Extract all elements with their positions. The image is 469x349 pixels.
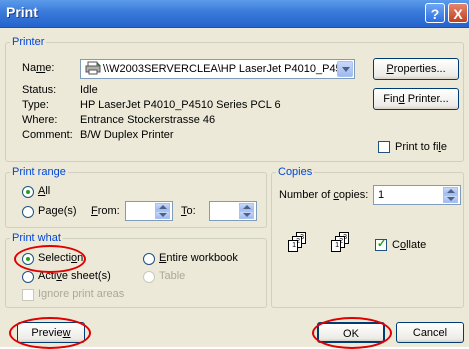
- properties-button[interactable]: Properties...: [373, 58, 459, 80]
- cancel-button[interactable]: Cancel: [396, 322, 464, 343]
- printer-name-value: \\W2003SERVERCLEA\HP LaserJet P4010_P451: [103, 63, 348, 75]
- table-radio: [143, 271, 155, 283]
- preview-button[interactable]: Preview: [17, 322, 85, 343]
- printer-name-label: Name:: [22, 62, 55, 74]
- print-to-file-checkbox[interactable]: [378, 141, 390, 153]
- comment-value: B/W Duplex Printer: [80, 129, 174, 141]
- status-label: Status:: [22, 84, 57, 96]
- comment-label: Comment:: [22, 129, 73, 141]
- active-sheets-radio[interactable]: [22, 271, 34, 283]
- print-range-legend: Print range: [12, 166, 66, 178]
- where-label: Where:: [22, 114, 58, 126]
- type-label: Type:: [22, 99, 49, 111]
- copies-legend: Copies: [278, 166, 313, 178]
- selection-label[interactable]: Selection: [38, 252, 83, 264]
- type-value: HP LaserJet P4010_P4510 Series PCL 6: [80, 99, 281, 111]
- copies-spinner[interactable]: [443, 186, 459, 204]
- collate-checkbox[interactable]: [375, 237, 387, 251]
- collate-pages-icon: 3 2 1: [323, 232, 357, 268]
- selection-radio[interactable]: [22, 253, 34, 265]
- all-radio[interactable]: [22, 186, 34, 198]
- to-pages-input[interactable]: [209, 201, 257, 221]
- to-spinner[interactable]: [239, 202, 255, 220]
- print-dialog: Print ? X Printer Name: \\W2003SERVERCLE…: [0, 0, 469, 349]
- spin-up-icon[interactable]: [155, 203, 170, 211]
- spin-up-icon[interactable]: [239, 203, 254, 211]
- table-label: Table: [159, 270, 186, 282]
- spin-up-icon[interactable]: [443, 187, 458, 195]
- entire-workbook-radio[interactable]: [143, 253, 155, 265]
- all-label[interactable]: All: [38, 185, 50, 197]
- where-value: Entrance Stockerstrasse 46: [80, 114, 216, 126]
- close-button[interactable]: X: [448, 3, 468, 23]
- spin-down-icon[interactable]: [239, 211, 254, 219]
- from-label: From:: [91, 205, 120, 217]
- from-spinner[interactable]: [155, 202, 171, 220]
- to-label: To:: [181, 205, 196, 217]
- find-printer-button[interactable]: Find Printer...: [373, 88, 459, 110]
- pages-label[interactable]: Page(s): [38, 205, 77, 217]
- chevron-down-icon[interactable]: [337, 61, 353, 77]
- ok-button[interactable]: OK: [317, 322, 385, 343]
- number-of-copies-input[interactable]: 1: [373, 185, 461, 205]
- print-what-legend: Print what: [12, 232, 61, 244]
- title-bar[interactable]: Print ? X: [0, 0, 469, 28]
- status-value: Idle: [80, 84, 98, 96]
- number-of-copies-label: Number of copies:: [279, 189, 369, 201]
- collate-pages-icon: 3 2 1: [280, 232, 314, 268]
- help-button[interactable]: ?: [425, 3, 445, 23]
- spin-down-icon[interactable]: [155, 211, 170, 219]
- from-pages-input[interactable]: [125, 201, 173, 221]
- printer-icon: [85, 61, 101, 75]
- ignore-print-areas-checkbox: [22, 289, 34, 301]
- pages-radio[interactable]: [22, 206, 34, 218]
- collate-label[interactable]: Collate: [392, 239, 426, 251]
- entire-workbook-label[interactable]: Entire workbook: [159, 252, 238, 264]
- active-sheets-label[interactable]: Active sheet(s): [38, 270, 111, 282]
- spin-down-icon[interactable]: [443, 195, 458, 203]
- ignore-print-areas-label: Ignore print areas: [38, 288, 125, 300]
- print-to-file-label[interactable]: Print to file: [395, 141, 447, 153]
- printer-group-legend: Printer: [12, 36, 45, 48]
- printer-name-select[interactable]: \\W2003SERVERCLEA\HP LaserJet P4010_P451: [80, 59, 355, 79]
- window-title: Print: [6, 4, 38, 20]
